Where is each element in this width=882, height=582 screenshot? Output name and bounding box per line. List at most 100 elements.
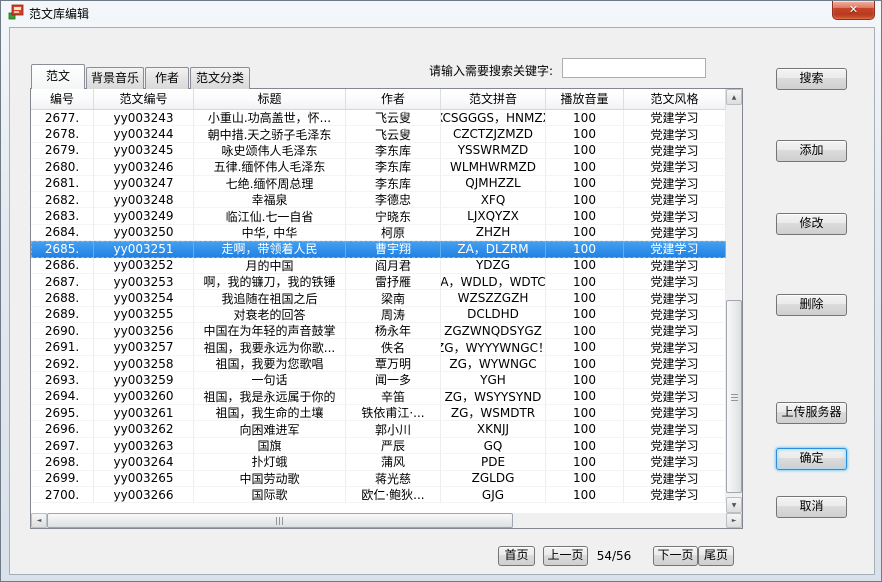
- scroll-left-icon[interactable]: ◄: [31, 513, 47, 528]
- cell-title: 啊，我的镰刀，我的铁锤: [194, 274, 346, 290]
- cell-author: 宁晓东: [346, 208, 441, 224]
- cell-pinyin: ZG，WYYYWNGC！: [441, 339, 546, 355]
- column-header-title[interactable]: 标题: [194, 89, 346, 109]
- horizontal-scrollbar-thumb[interactable]: [47, 513, 513, 528]
- column-header-essay-id[interactable]: 范文编号: [94, 89, 194, 109]
- cell-pinyin: GJG: [441, 487, 546, 503]
- table-row[interactable]: 2697.yy003263国旗严辰GQ100党建学习: [31, 438, 726, 454]
- cell-author: 严辰: [346, 438, 441, 454]
- scroll-down-icon[interactable]: ▼: [726, 497, 742, 513]
- cell-volume: 100: [546, 339, 624, 355]
- table-row[interactable]: 2695.yy003261祖国，我生命的土壤铁依甫江·...ZG，WSMDTR1…: [31, 405, 726, 421]
- scroll-right-icon[interactable]: ►: [726, 513, 742, 528]
- vertical-scrollbar[interactable]: ▲ ▼: [726, 89, 742, 513]
- vertical-scrollbar-thumb[interactable]: [726, 300, 742, 493]
- ok-button[interactable]: 确定: [776, 448, 847, 470]
- add-button[interactable]: 添加: [776, 140, 847, 162]
- table-row[interactable]: 2698.yy003264扑灯蛾蒲风PDE100党建学习: [31, 454, 726, 470]
- cell-style: 党建学习: [624, 356, 726, 372]
- horizontal-scrollbar[interactable]: ◄ ►: [31, 513, 742, 528]
- cell-author: 李东库: [346, 143, 441, 159]
- search-input[interactable]: [562, 58, 706, 78]
- column-header-number[interactable]: 编号: [31, 89, 94, 109]
- prev-page-button[interactable]: 上一页: [543, 546, 588, 566]
- cell-volume: 100: [546, 356, 624, 372]
- next-page-button[interactable]: 下一页: [653, 546, 698, 566]
- delete-button[interactable]: 删除: [776, 294, 847, 316]
- cell-style: 党建学习: [624, 421, 726, 437]
- cell-essay-id: yy003250: [94, 225, 194, 241]
- column-header-volume[interactable]: 播放音量: [546, 89, 624, 109]
- table-row[interactable]: 2699.yy003265中国劳动歌蒋光慈ZGLDG100党建学习: [31, 471, 726, 487]
- cell-title: 五律.缅怀伟人毛泽东: [194, 159, 346, 175]
- cancel-button[interactable]: 取消: [776, 496, 847, 518]
- cell-pinyin: ZG，WSYYSYND: [441, 389, 546, 405]
- cell-style: 党建学习: [624, 274, 726, 290]
- cell-title: 中华, 中华: [194, 225, 346, 241]
- cell-number: 2680.: [31, 159, 94, 175]
- upload-server-button[interactable]: 上传服务器: [776, 402, 847, 424]
- table-row[interactable]: 2690.yy003256中国在为年轻的声音鼓掌杨永年ZGZWNQDSYGZ10…: [31, 323, 726, 339]
- table-row[interactable]: 2685.yy003251走啊，带领着人民曹宇翔ZA，DLZRM100党建学习: [31, 241, 726, 257]
- scroll-up-icon[interactable]: ▲: [726, 89, 742, 105]
- column-header-style[interactable]: 范文风格: [624, 89, 726, 109]
- cell-title: 幸福泉: [194, 192, 346, 208]
- tab-essay-categories[interactable]: 范文分类: [190, 67, 250, 89]
- column-header-pinyin[interactable]: 范文拼音: [441, 89, 546, 109]
- cell-essay-id: yy003247: [94, 176, 194, 192]
- cell-volume: 100: [546, 323, 624, 339]
- table-row[interactable]: 2682.yy003248幸福泉李德忠XFQ100党建学习: [31, 192, 726, 208]
- table-row[interactable]: 2700.yy003266国际歌欧仁·鲍狄...GJG100党建学习: [31, 487, 726, 503]
- table-row[interactable]: 2688.yy003254我追随在祖国之后梁南WZSZZGZH100党建学习: [31, 290, 726, 306]
- table-row[interactable]: 2678.yy003244朝中措.天之骄子毛泽东飞云叟CZCTZJZMZD100…: [31, 126, 726, 142]
- cell-number: 2685.: [31, 241, 94, 257]
- cell-essay-id: yy003261: [94, 405, 194, 421]
- cell-pinyin: XKNJJ: [441, 421, 546, 437]
- cell-essay-id: yy003251: [94, 241, 194, 257]
- cell-style: 党建学习: [624, 241, 726, 257]
- table-row[interactable]: 2691.yy003257祖国，我要永远为你歌...佚名ZG，WYYYWNGC！…: [31, 339, 726, 355]
- titlebar: 范文库编辑 ✕: [1, 1, 881, 23]
- essay-table: 编号范文编号标题作者范文拼音播放音量范文风格 2677.yy003243小重山.…: [30, 88, 743, 529]
- cell-title: 祖国，我是永远属于你的: [194, 389, 346, 405]
- tab-background-music[interactable]: 背景音乐: [86, 67, 144, 89]
- cell-author: 李德忠: [346, 192, 441, 208]
- tab-authors[interactable]: 作者: [145, 67, 189, 89]
- cell-style: 党建学习: [624, 159, 726, 175]
- table-row[interactable]: 2693.yy003259一句话闻一多YGH100党建学习: [31, 372, 726, 388]
- cell-number: 2696.: [31, 421, 94, 437]
- cell-pinyin: WZSZZGZH: [441, 290, 546, 306]
- search-button[interactable]: 搜索: [776, 68, 847, 90]
- close-button[interactable]: ✕: [832, 1, 875, 20]
- cell-title: 国际歌: [194, 487, 346, 503]
- table-row[interactable]: 2677.yy003243小重山.功高盖世，怀...飞云叟XCSGGGS，HNM…: [31, 110, 726, 126]
- table-row[interactable]: 2681.yy003247七绝.缅怀周总理李东库QJMHZZL100党建学习: [31, 176, 726, 192]
- cell-volume: 100: [546, 126, 624, 142]
- table-row[interactable]: 2683.yy003249临江仙.七一自省宁晓东LJXQYZX100党建学习: [31, 208, 726, 224]
- cell-number: 2679.: [31, 143, 94, 159]
- last-page-button[interactable]: 尾页: [698, 546, 734, 566]
- table-row[interactable]: 2686.yy003252月的中国阎月君YDZG100党建学习: [31, 258, 726, 274]
- cell-author: 飞云叟: [346, 126, 441, 142]
- table-row[interactable]: 2687.yy003253啊，我的镰刀，我的铁锤雷抒雁A，WDLD，WDTC10…: [31, 274, 726, 290]
- cell-number: 2684.: [31, 225, 94, 241]
- table-row[interactable]: 2679.yy003245咏史颂伟人毛泽东李东库YSSWRMZD100党建学习: [31, 143, 726, 159]
- cell-author: 梁南: [346, 290, 441, 306]
- cell-author: 李东库: [346, 159, 441, 175]
- first-page-button[interactable]: 首页: [498, 546, 535, 566]
- table-row[interactable]: 2684.yy003250中华, 中华柯原ZHZH100党建学习: [31, 225, 726, 241]
- table-row[interactable]: 2692.yy003258祖国，我要为您歌唱覃万明ZG，WYWNGC100党建学…: [31, 356, 726, 372]
- cell-style: 党建学习: [624, 225, 726, 241]
- column-header-author[interactable]: 作者: [346, 89, 441, 109]
- table-row[interactable]: 2680.yy003246五律.缅怀伟人毛泽东李东库WLMHWRMZD100党建…: [31, 159, 726, 175]
- cell-essay-id: yy003248: [94, 192, 194, 208]
- edit-button[interactable]: 修改: [776, 213, 847, 235]
- cell-essay-id: yy003246: [94, 159, 194, 175]
- tab-essays[interactable]: 范文: [31, 64, 85, 89]
- table-row[interactable]: 2694.yy003260祖国，我是永远属于你的辛笛ZG，WSYYSYND100…: [31, 389, 726, 405]
- table-row[interactable]: 2696.yy003262向困难进军郭小川XKNJJ100党建学习: [31, 421, 726, 437]
- cell-number: 2695.: [31, 405, 94, 421]
- table-row[interactable]: 2689.yy003255对衰老的回答周涛DCLDHD100党建学习: [31, 307, 726, 323]
- cell-author: 郭小川: [346, 421, 441, 437]
- cell-style: 党建学习: [624, 372, 726, 388]
